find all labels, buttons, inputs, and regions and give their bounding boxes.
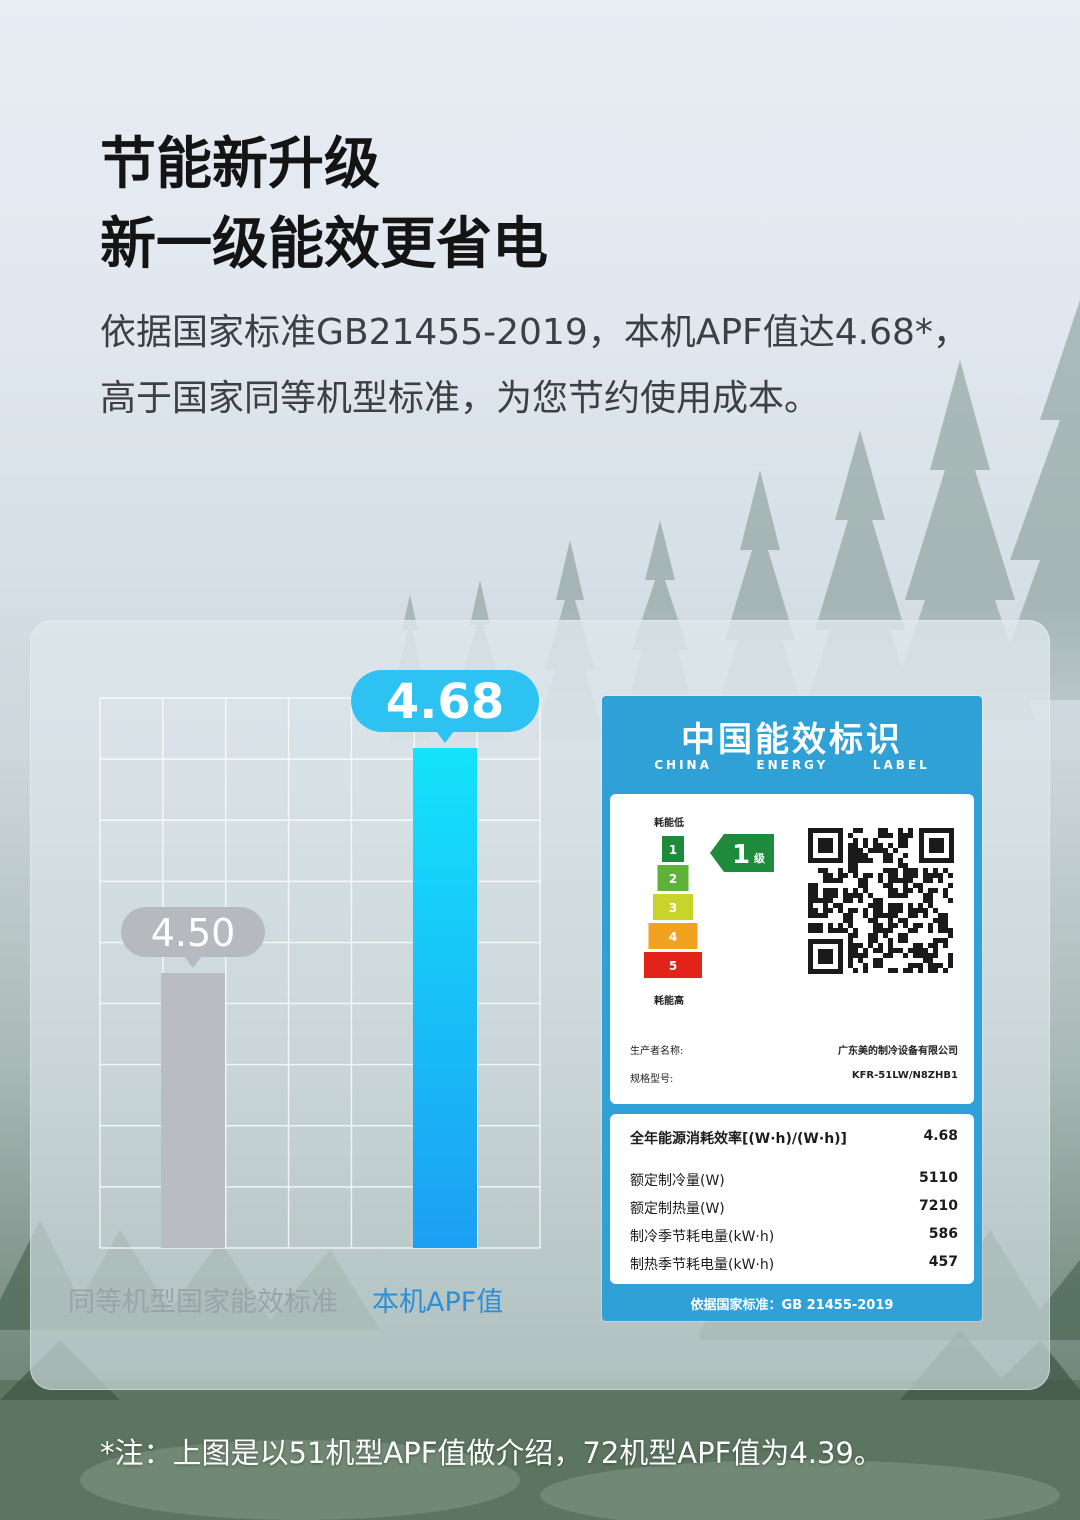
- headline-line-1: 节能新升级: [100, 132, 380, 197]
- spec-value: 457: [928, 1254, 958, 1270]
- energy-grade-panel: 耗能低 1 2 3 4 5 耗能高 1 级 生产者名称: 广东美的制冷设备有限公司 规格…: [610, 794, 974, 1104]
- headline-line-2: 新一级能效更省电: [100, 212, 548, 277]
- low-consumption-label: 耗能低: [654, 818, 684, 829]
- bar-1: [413, 748, 477, 1248]
- energy-spec-panel: 全年能源消耗效率[(W·h)/(W·h)] 4.68 额定制冷量(W) 5110…: [610, 1114, 974, 1284]
- qr-code-icon: [806, 826, 956, 976]
- high-consumption-label: 耗能高: [654, 996, 684, 1007]
- footnote: *注：上图是以51机型APF值做介绍，72机型APF值为4.39。: [100, 1436, 883, 1470]
- grade-scale: 1 2 3 4 5: [644, 836, 702, 978]
- energy-label-title: 中国能效标识: [681, 720, 903, 760]
- energy-label-footer: 依据国家标准：GB 21455-2019: [690, 1298, 894, 1313]
- spec-row-heating: 额定制热量(W) 7210: [630, 1198, 958, 1218]
- spec-label: 制热季节耗电量(kW·h): [630, 1257, 775, 1273]
- spec-value: 4.68: [923, 1128, 958, 1144]
- grade-number-3: 3: [669, 901, 677, 915]
- bar-0: [161, 973, 225, 1248]
- spec-value: 5110: [919, 1170, 958, 1186]
- data-label-1: 4.68: [386, 674, 504, 730]
- grade-number-2: 2: [669, 872, 677, 886]
- description-text: 依据国家标准GB21455-2019，本机APF值达4.68*，高于国家同等机型…: [100, 312, 969, 419]
- value-bubble-pointer-0: [184, 956, 202, 968]
- energy-label-subtitle: CHINA ENERGY LABEL: [602, 758, 982, 772]
- spec-row-cooling-season: 制冷季节耗电量(kW·h) 586: [630, 1226, 958, 1246]
- energy-label-subtitle-energy: ENERGY: [756, 758, 829, 772]
- spec-label: 额定制冷量(W): [630, 1173, 725, 1189]
- comparison-card: 4.50 4.68 同等机型国家能效标准 本机APF值 中国能效标识 CHINA …: [30, 620, 1050, 1390]
- grade-number-5: 5: [669, 959, 677, 973]
- data-label-0: 4.50: [151, 911, 236, 955]
- spec-label: 全年能源消耗效率[(W·h)/(W·h)]: [630, 1131, 847, 1147]
- spec-row-efficiency: 全年能源消耗效率[(W·h)/(W·h)] 4.68: [630, 1128, 958, 1148]
- headline: 节能新升级 新一级能效更省电: [100, 125, 548, 285]
- current-grade-suffix: 级: [753, 851, 766, 865]
- category-label-apf: 本机APF值: [372, 1287, 504, 1318]
- category-label-standard: 同等机型国家能效标准: [68, 1287, 338, 1318]
- spec-label: 额定制热量(W): [630, 1201, 725, 1217]
- apf-bar-chart: 4.50 4.68: [99, 670, 541, 1249]
- spec-label: 制冷季节耗电量(kW·h): [630, 1229, 775, 1245]
- model-label: 规格型号:: [630, 1074, 674, 1085]
- value-bubble-pointer-1: [436, 731, 454, 743]
- energy-label: 中国能效标识 CHINA ENERGY LABEL 耗能低 1 2 3 4 5 耗能高 …: [602, 696, 982, 1321]
- energy-label-subtitle-china: CHINA: [654, 758, 712, 772]
- grade-number-4: 4: [669, 930, 677, 944]
- current-grade-number: 1: [732, 840, 750, 870]
- spec-value: 7210: [919, 1198, 958, 1214]
- grade-number-1: 1: [669, 843, 677, 857]
- current-grade-arrow: 1 级: [710, 834, 774, 872]
- manufacturer-label: 生产者名称:: [630, 1046, 684, 1057]
- model-value: KFR-51LW/N8ZHB1: [851, 1070, 958, 1081]
- spec-value: 586: [928, 1226, 958, 1242]
- energy-label-subtitle-label: LABEL: [872, 758, 930, 772]
- manufacturer-value: 广东美的制冷设备有限公司: [838, 1046, 958, 1057]
- spec-row-cooling: 额定制冷量(W) 5110: [630, 1170, 958, 1190]
- spec-row-heating-season: 制热季节耗电量(kW·h) 457: [630, 1254, 958, 1274]
